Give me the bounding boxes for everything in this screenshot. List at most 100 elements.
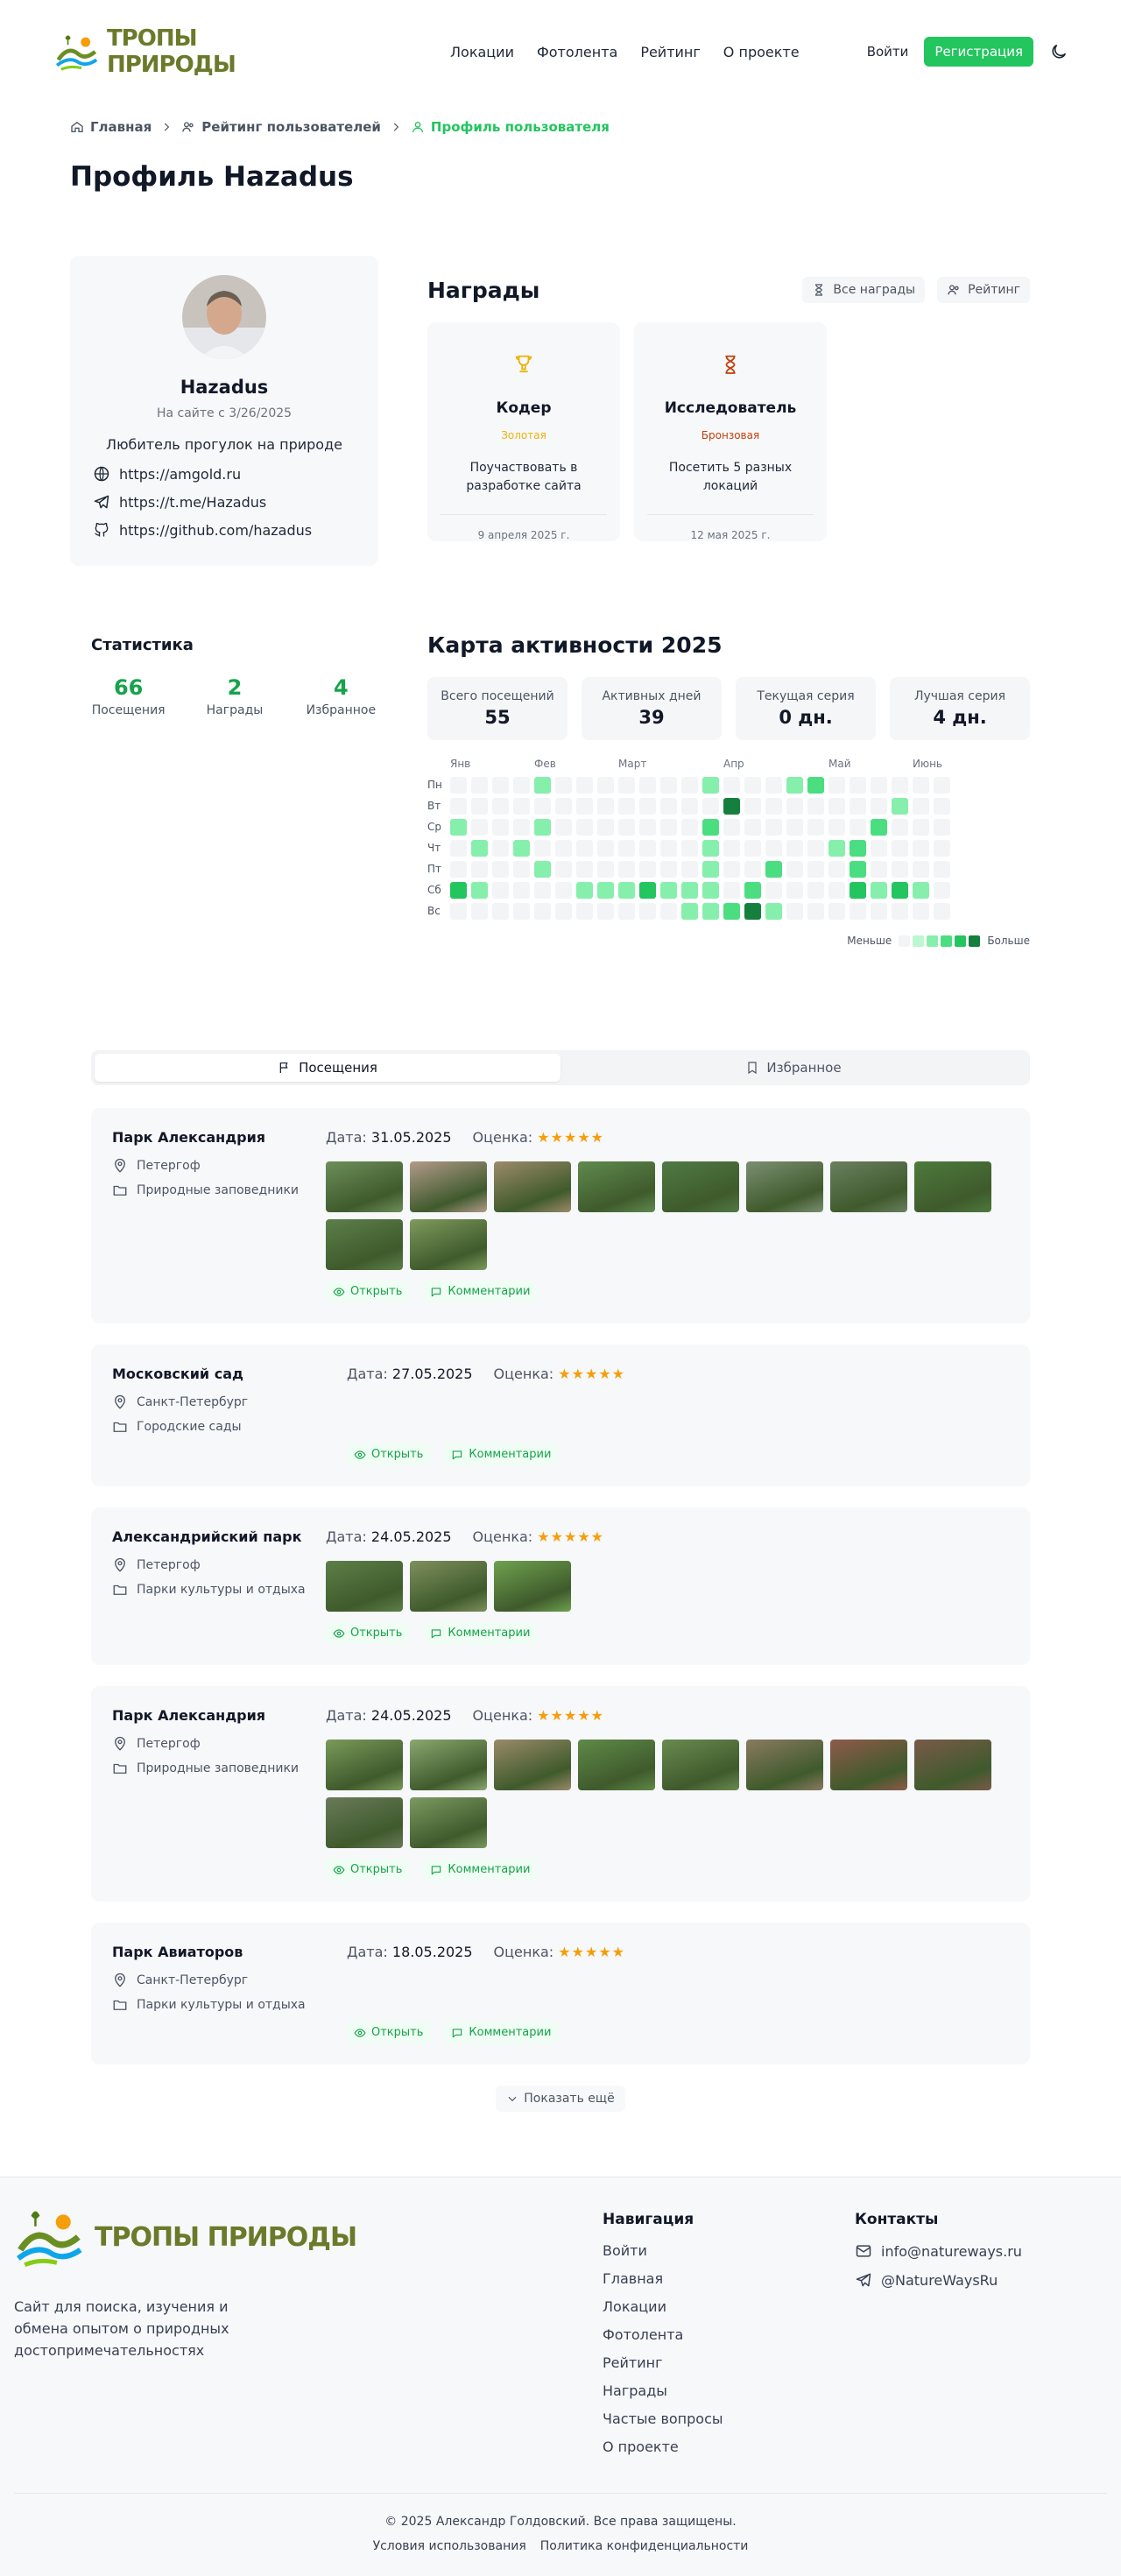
tab-favorites[interactable]: Избранное xyxy=(560,1054,1026,1082)
heatmap-cell[interactable] xyxy=(492,882,509,899)
heatmap-cell[interactable] xyxy=(534,819,551,836)
heatmap-cell[interactable] xyxy=(618,882,635,899)
heatmap-cell[interactable] xyxy=(913,882,929,899)
nav-item-locations[interactable]: Локации xyxy=(450,44,514,60)
heatmap-cell[interactable] xyxy=(913,777,929,794)
comments-button[interactable]: Комментарии xyxy=(423,1859,538,1881)
heatmap-cell[interactable] xyxy=(492,798,509,815)
heatmap-cell[interactable] xyxy=(702,882,719,899)
heatmap-cell[interactable] xyxy=(513,777,530,794)
award-card[interactable]: Исследователь Бронзовая Посетить 5 разны… xyxy=(634,322,827,541)
show-more-button[interactable]: Показать ещё xyxy=(496,2086,625,2112)
heatmap-cell[interactable] xyxy=(492,861,509,878)
heatmap-cell[interactable] xyxy=(807,903,824,920)
footer-link-login[interactable]: Войти xyxy=(603,2242,723,2259)
visit-photo[interactable] xyxy=(830,1161,907,1212)
heatmap-cell[interactable] xyxy=(786,861,803,878)
heatmap-cell[interactable] xyxy=(534,903,551,920)
heatmap-cell[interactable] xyxy=(597,861,614,878)
heatmap-cell[interactable] xyxy=(765,903,782,920)
heatmap-cell[interactable] xyxy=(850,819,866,836)
heatmap-cell[interactable] xyxy=(534,798,551,815)
heatmap-cell[interactable] xyxy=(786,819,803,836)
heatmap-cell[interactable] xyxy=(660,798,677,815)
heatmap-cell[interactable] xyxy=(681,819,698,836)
visit-photo[interactable] xyxy=(410,1161,487,1212)
visit-photo[interactable] xyxy=(326,1797,403,1848)
footer-link-rating[interactable]: Рейтинг xyxy=(603,2354,723,2371)
visit-photo[interactable] xyxy=(494,1561,571,1612)
heatmap-cell[interactable] xyxy=(828,798,845,815)
heatmap-cell[interactable] xyxy=(660,882,677,899)
heatmap-cell[interactable] xyxy=(744,798,761,815)
heatmap-cell[interactable] xyxy=(934,903,950,920)
visit-photo[interactable] xyxy=(746,1161,823,1212)
visit-photo[interactable] xyxy=(662,1161,739,1212)
rating-button[interactable]: Рейтинг xyxy=(937,277,1030,303)
heatmap-cell[interactable] xyxy=(702,819,719,836)
open-button[interactable]: Открыть xyxy=(326,1281,410,1302)
heatmap-cell[interactable] xyxy=(513,882,530,899)
visit-location-name[interactable]: Парк Александрия xyxy=(112,1707,326,1724)
visit-photo[interactable] xyxy=(410,1561,487,1612)
heatmap-cell[interactable] xyxy=(681,777,698,794)
heatmap-cell[interactable] xyxy=(702,777,719,794)
heatmap-cell[interactable] xyxy=(576,882,593,899)
heatmap-cell[interactable] xyxy=(618,861,635,878)
heatmap-cell[interactable] xyxy=(639,882,656,899)
open-button[interactable]: Открыть xyxy=(326,1622,410,1644)
visit-photo[interactable] xyxy=(410,1740,487,1790)
moon-icon[interactable] xyxy=(1049,42,1068,61)
heatmap-cell[interactable] xyxy=(639,819,656,836)
visit-photo[interactable] xyxy=(914,1740,991,1790)
open-button[interactable]: Открыть xyxy=(347,2022,431,2043)
heatmap-cell[interactable] xyxy=(913,903,929,920)
visit-photo[interactable] xyxy=(494,1161,571,1212)
visit-photo[interactable] xyxy=(326,1740,403,1790)
heatmap-cell[interactable] xyxy=(597,777,614,794)
heatmap-cell[interactable] xyxy=(597,882,614,899)
heatmap-cell[interactable] xyxy=(513,861,530,878)
heatmap-cell[interactable] xyxy=(450,777,467,794)
heatmap-cell[interactable] xyxy=(492,819,509,836)
heatmap-cell[interactable] xyxy=(765,882,782,899)
heatmap-cell[interactable] xyxy=(618,777,635,794)
heatmap-cell[interactable] xyxy=(513,903,530,920)
heatmap-cell[interactable] xyxy=(660,819,677,836)
visit-photo[interactable] xyxy=(914,1161,991,1212)
heatmap-cell[interactable] xyxy=(555,798,572,815)
heatmap-cell[interactable] xyxy=(450,840,467,857)
heatmap-cell[interactable] xyxy=(828,777,845,794)
visit-photo[interactable] xyxy=(578,1740,655,1790)
heatmap-cell[interactable] xyxy=(786,777,803,794)
heatmap-cell[interactable] xyxy=(660,861,677,878)
heatmap-cell[interactable] xyxy=(681,840,698,857)
heatmap-cell[interactable] xyxy=(850,882,866,899)
heatmap-cell[interactable] xyxy=(723,861,740,878)
heatmap-cell[interactable] xyxy=(850,798,866,815)
heatmap-cell[interactable] xyxy=(555,882,572,899)
heatmap-cell[interactable] xyxy=(828,861,845,878)
footer-privacy-link[interactable]: Политика конфиденциальности xyxy=(540,2539,749,2553)
visit-photo[interactable] xyxy=(326,1561,403,1612)
heatmap-cell[interactable] xyxy=(471,861,488,878)
heatmap-cell[interactable] xyxy=(555,840,572,857)
heatmap-cell[interactable] xyxy=(534,777,551,794)
heatmap-cell[interactable] xyxy=(807,798,824,815)
heatmap-cell[interactable] xyxy=(618,819,635,836)
heatmap-cell[interactable] xyxy=(871,882,887,899)
heatmap-cell[interactable] xyxy=(660,777,677,794)
heatmap-cell[interactable] xyxy=(681,798,698,815)
heatmap-cell[interactable] xyxy=(828,903,845,920)
heatmap-cell[interactable] xyxy=(786,840,803,857)
heatmap-cell[interactable] xyxy=(681,861,698,878)
heatmap-cell[interactable] xyxy=(576,840,593,857)
heatmap-cell[interactable] xyxy=(450,903,467,920)
heatmap-cell[interactable] xyxy=(555,903,572,920)
heatmap-cell[interactable] xyxy=(765,861,782,878)
profile-link-github[interactable]: https://github.com/hazadus xyxy=(93,521,312,539)
heatmap-cell[interactable] xyxy=(555,819,572,836)
register-button[interactable]: Регистрация xyxy=(924,37,1033,67)
heatmap-cell[interactable] xyxy=(807,840,824,857)
breadcrumb-rating[interactable]: Рейтинг пользователей xyxy=(181,119,381,135)
